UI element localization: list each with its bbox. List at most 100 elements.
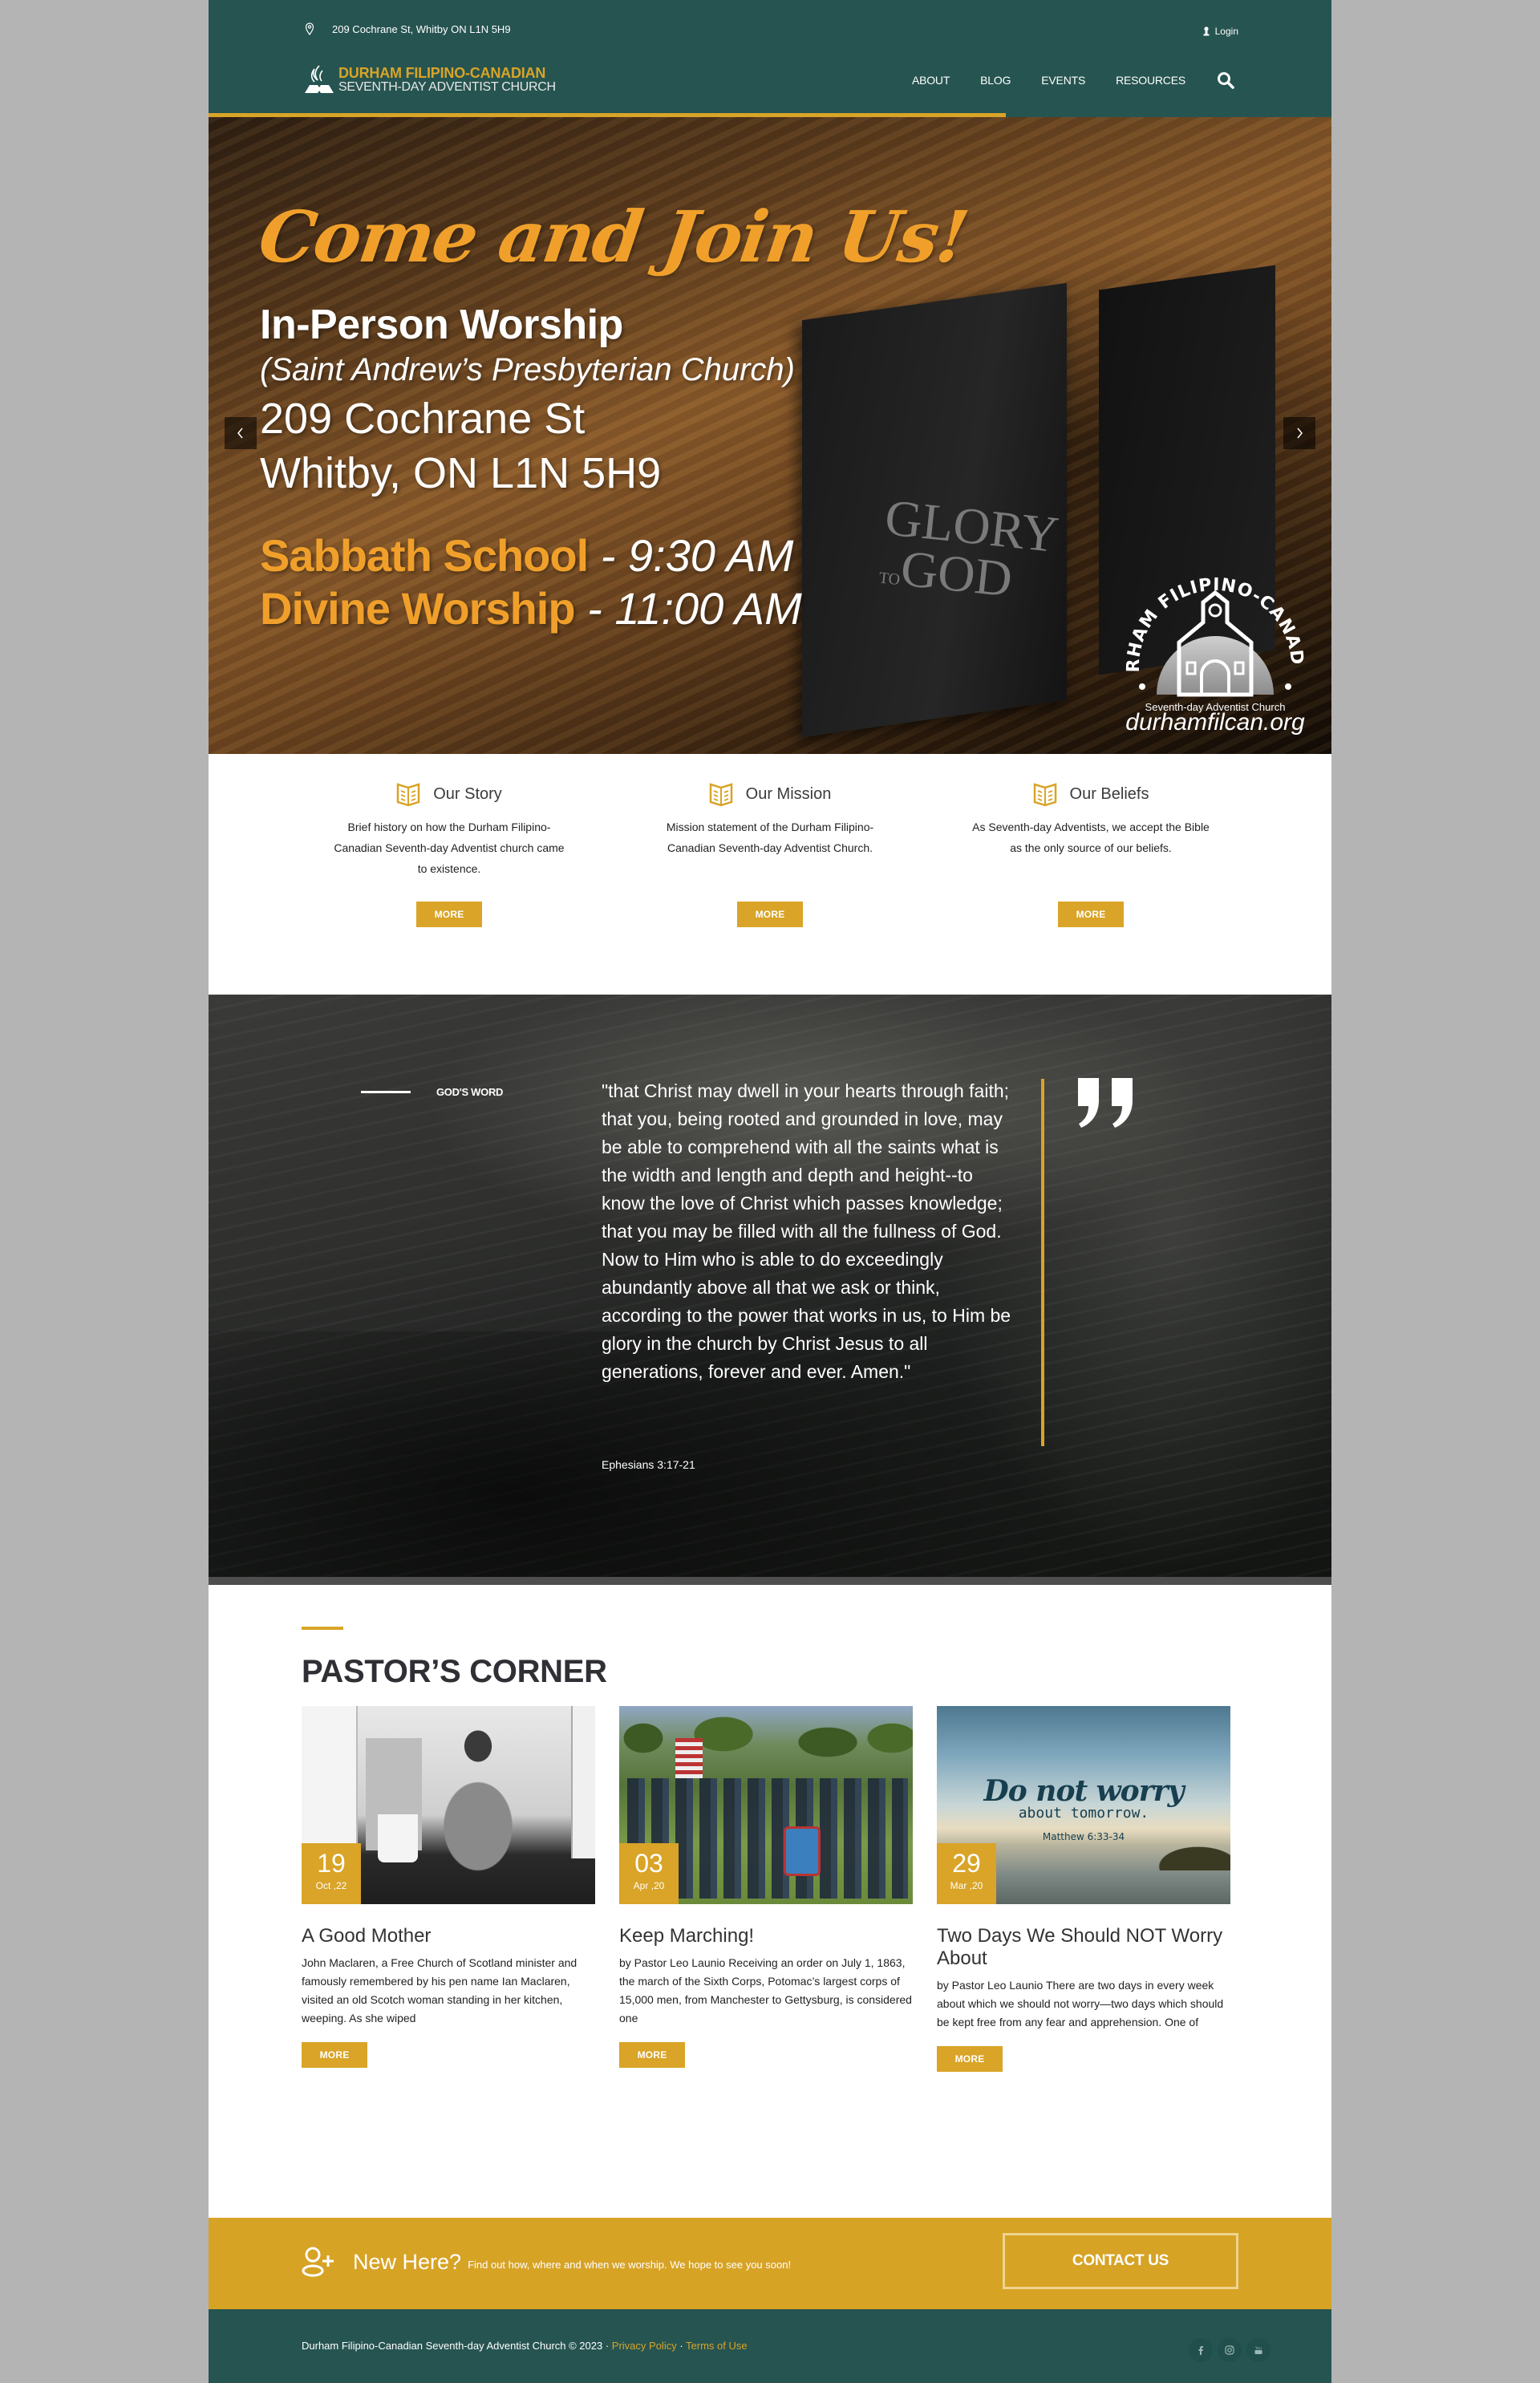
post-day: 19 (317, 1849, 346, 1878)
new-here-title: New Here? (353, 2249, 462, 2274)
feature-title: Our Beliefs (1069, 784, 1149, 803)
open-book-icon (1033, 783, 1056, 807)
post-day: 03 (634, 1849, 663, 1878)
post-image[interactable]: 03 Apr ,20 (619, 1706, 913, 1904)
user-icon (1203, 26, 1210, 36)
page: 209 Cochrane St, Whitby ON L1N 5H9 Login… (209, 0, 1331, 2383)
post-date-badge: 29 Mar ,20 (937, 1843, 996, 1904)
login-link[interactable]: Login (1202, 26, 1238, 37)
post-excerpt: John Maclaren, a Free Church of Scotland… (302, 1956, 578, 2024)
nav-about[interactable]: ABOUT (912, 74, 950, 87)
hero-schedule: Sabbath School - 9:30 AM Divine Worship … (260, 529, 967, 635)
hero-venue: (Saint Andrew’s Presbyterian Church) (260, 352, 795, 387)
social-links: You (1189, 2338, 1270, 2362)
schedule-time: - 9:30 AM (588, 530, 794, 581)
chevron-right-icon (1297, 428, 1303, 439)
login-label: Login (1214, 26, 1238, 37)
gods-word-heading: GOD'S WORD (436, 1086, 504, 1098)
instagram-icon (1225, 2345, 1234, 2355)
post-image[interactable]: Do not worry about tomorrow. Matthew 6:3… (937, 1706, 1230, 1904)
post-month-year: Mar ,20 (950, 1880, 983, 1891)
footer-copyright: Durham Filipino-Canadian Seventh-day Adv… (302, 2340, 748, 2352)
nav-events[interactable]: EVENTS (1041, 74, 1085, 87)
logo-subtitle: SEVENTH-DAY ADVENTIST CHURCH (338, 79, 556, 94)
feature-card: Our Beliefs As Seventh-day Adventists, w… (930, 780, 1251, 995)
post-title[interactable]: Two Days We Should NOT Worry About (937, 1925, 1230, 1970)
facebook-link[interactable] (1189, 2338, 1213, 2362)
post-title[interactable]: Keep Marching! (619, 1925, 913, 1947)
post-more-button[interactable]: MORE (937, 2046, 1003, 2072)
hero-address: 209 Cochrane St Whitby, ON L1N 5H9 (260, 391, 967, 501)
pastors-corner-section: PASTOR’S CORNER 19 Oct ,22 A Good Mother… (209, 1585, 1331, 2217)
schedule-time: - 11:00 AM (574, 583, 802, 634)
hero-title: In-Person Worship (260, 302, 623, 348)
logo-title: DURHAM FILIPINO-CANADIAN (338, 64, 546, 81)
post-date-badge: 03 Apr ,20 (619, 1843, 679, 1904)
topbar-address: 209 Cochrane St, Whitby ON L1N 5H9 (305, 22, 511, 35)
post-more-button[interactable]: MORE (619, 2042, 685, 2068)
contact-us-button[interactable]: CONTACT US (1003, 2233, 1238, 2289)
hero-slider: GLORY TOGOD Come and Join Us! In-Person … (209, 117, 1331, 754)
nav-blog[interactable]: BLOG (980, 74, 1011, 87)
post-day: 29 (952, 1849, 981, 1878)
schedule-label: Divine Worship (260, 583, 576, 634)
instagram-link[interactable] (1218, 2338, 1242, 2362)
post-card: 03 Apr ,20 Keep Marching! by Pastor Leo … (619, 1706, 913, 2072)
our-beliefs-more-button[interactable]: MORE (1058, 902, 1124, 927)
map-pin-icon (305, 22, 314, 35)
open-book-icon (396, 783, 420, 807)
post-card: 19 Oct ,22 A Good Mother John Maclaren, … (302, 1706, 595, 2072)
site-footer: Durham Filipino-Canadian Seventh-day Adv… (209, 2309, 1331, 2383)
hero-tagline: Come and Join Us! (253, 195, 973, 278)
facebook-icon (1198, 2346, 1203, 2355)
chevron-left-icon (237, 428, 243, 439)
feature-card: Our Story Brief history on how the Durha… (289, 780, 610, 995)
footer-separator: · (676, 2340, 687, 2352)
feature-title: Our Mission (745, 784, 832, 803)
post-excerpt: by Pastor Leo Launio There are two days … (937, 1979, 1224, 2028)
our-story-more-button[interactable]: MORE (416, 902, 482, 927)
youtube-link[interactable]: You (1246, 2338, 1270, 2362)
search-icon[interactable] (1216, 71, 1235, 90)
new-here-subtitle: Find out how, where and when we worship.… (468, 2258, 792, 2271)
badge-url: durhamfilcan.org (1125, 709, 1305, 736)
gods-word-section: GOD'S WORD "that Christ may dwell in you… (209, 995, 1331, 1585)
hero-address-line2: Whitby, ON L1N 5H9 (260, 449, 662, 497)
youtube-icon: You (1254, 2346, 1262, 2354)
copyright-text: Durham Filipino-Canadian Seventh-day Adv… (302, 2340, 612, 2352)
new-here-banner: New Here? Find out how, where and when w… (209, 2218, 1331, 2309)
quote-mark-icon (1078, 1078, 1133, 1128)
scripture-quote: "that Christ may dwell in your hearts th… (602, 1080, 1011, 1382)
post-image[interactable]: 19 Oct ,22 (302, 1706, 595, 1904)
slider-next-button[interactable] (1283, 417, 1315, 449)
schedule-row: Sabbath School - 9:30 AM (260, 529, 967, 582)
our-mission-more-button[interactable]: MORE (737, 902, 803, 927)
schedule-label: Sabbath School (260, 530, 589, 581)
quote-divider (1041, 1079, 1044, 1446)
post-month-year: Apr ,20 (633, 1880, 665, 1891)
terms-of-use-link[interactable]: Terms of Use (686, 2340, 748, 2352)
schedule-row: Divine Worship - 11:00 AM (260, 582, 967, 635)
section-title: PASTOR’S CORNER (302, 1654, 607, 1689)
site-header: 209 Cochrane St, Whitby ON L1N 5H9 Login… (209, 0, 1331, 117)
post-excerpt: by Pastor Leo Launio Receiving an order … (619, 1956, 912, 2024)
post-date-badge: 19 Oct ,22 (302, 1843, 361, 1904)
adventist-flame-logo-icon (305, 65, 334, 93)
image-caption: Do not worry about tomorrow. Matthew 6:3… (983, 1774, 1185, 1842)
post-title[interactable]: A Good Mother (302, 1925, 595, 1947)
open-book-icon (709, 783, 732, 807)
feature-description: Brief history on how the Durham Filipino… (334, 821, 565, 875)
address-text: 209 Cochrane St, Whitby ON L1N 5H9 (332, 22, 511, 35)
feature-description: Mission statement of the Durham Filipino… (666, 821, 874, 854)
section-divider (209, 1577, 1331, 1585)
slider-prev-button[interactable] (225, 417, 257, 449)
post-card: Do not worry about tomorrow. Matthew 6:3… (937, 1706, 1230, 2072)
nav-resources[interactable]: RESOURCES (1116, 74, 1185, 87)
label-divider (361, 1091, 411, 1093)
feature-description: As Seventh-day Adventists, we accept the… (972, 821, 1210, 854)
post-more-button[interactable]: MORE (302, 2042, 367, 2068)
site-logo[interactable]: DURHAM FILIPINO-CANADIAN SEVENTH-DAY ADV… (303, 64, 556, 95)
gods-word-label: GOD'S WORD (361, 1086, 503, 1098)
feature-title: Our Story (433, 784, 502, 803)
privacy-policy-link[interactable]: Privacy Policy (612, 2340, 677, 2352)
